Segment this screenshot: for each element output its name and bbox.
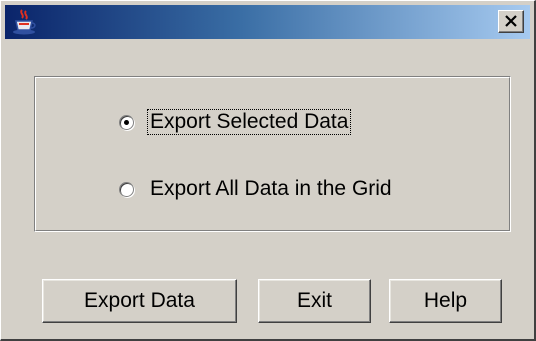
export-options-group: Export Selected Data Export All Data in … <box>34 76 511 232</box>
title-bar[interactable] <box>5 5 530 39</box>
close-button[interactable] <box>498 10 524 33</box>
export-dialog: Export Selected Data Export All Data in … <box>0 0 536 341</box>
help-button[interactable]: Help <box>389 279 502 323</box>
radio-dot <box>124 119 129 125</box>
radio-export-selected[interactable]: Export Selected Data <box>119 107 352 137</box>
radio-button-checked[interactable] <box>119 114 134 130</box>
close-icon <box>505 15 517 27</box>
export-data-button[interactable]: Export Data <box>42 279 237 323</box>
java-coffee-cup-icon <box>11 8 37 36</box>
radio-export-all[interactable]: Export All Data in the Grid <box>119 174 394 204</box>
exit-button[interactable]: Exit <box>258 279 371 323</box>
radio-button-unchecked[interactable] <box>119 181 134 197</box>
radio-export-selected-label[interactable]: Export Selected Data <box>146 109 352 135</box>
radio-export-all-label[interactable]: Export All Data in the Grid <box>148 177 394 201</box>
